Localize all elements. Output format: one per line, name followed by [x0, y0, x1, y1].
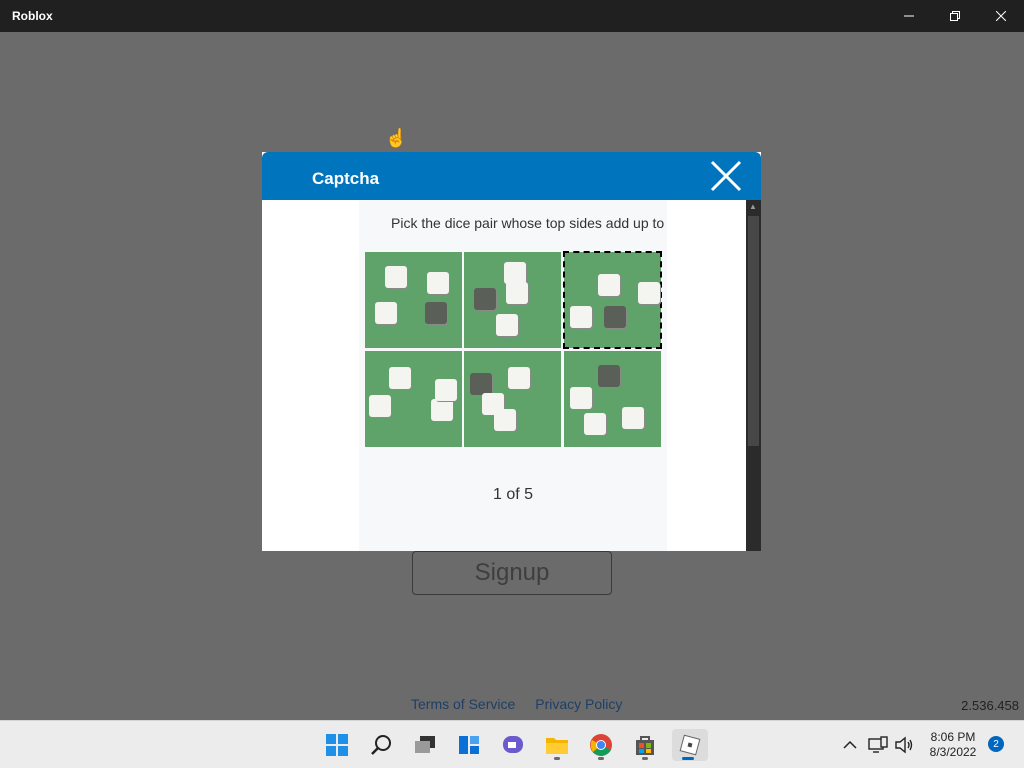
- widgets-icon: [459, 736, 479, 754]
- search-button[interactable]: [365, 729, 397, 761]
- privacy-policy-link[interactable]: Privacy Policy: [535, 696, 622, 712]
- hand-cursor-icon: ☝: [385, 128, 408, 148]
- close-icon: [996, 11, 1006, 21]
- window-title: Roblox: [12, 9, 53, 23]
- footer-links: Terms of Service Privacy Policy: [411, 696, 622, 712]
- file-explorer-button[interactable]: [541, 729, 573, 761]
- captcha-modal: Captcha Pick the dice pair whose top sid…: [262, 152, 761, 551]
- chrome-button[interactable]: [585, 729, 617, 761]
- captcha-tile-1[interactable]: [365, 252, 462, 348]
- clock-date: 8/3/2022: [929, 745, 977, 759]
- notification-badge[interactable]: 2: [988, 736, 1004, 752]
- scroll-up-icon[interactable]: ▲: [749, 202, 757, 211]
- captcha-tile-3[interactable]: [563, 251, 662, 349]
- network-button[interactable]: [864, 729, 892, 761]
- task-view-button[interactable]: [409, 729, 441, 761]
- minimize-icon: [904, 15, 914, 17]
- chevron-up-icon: [843, 740, 857, 749]
- store-icon: [636, 736, 654, 755]
- captcha-body: Pick the dice pair whose top sides add u…: [262, 200, 746, 551]
- search-icon: [371, 735, 391, 755]
- teams-chat-icon: [503, 736, 523, 753]
- taskbar: 8:06 PM 8/3/2022: [0, 720, 1024, 768]
- file-explorer-icon: [546, 738, 568, 754]
- captcha-tile-5[interactable]: [464, 351, 561, 447]
- captcha-close-button[interactable]: [708, 158, 744, 194]
- window-titlebar: Roblox: [0, 0, 1024, 32]
- captcha-tile-6[interactable]: [564, 351, 661, 447]
- minimize-button[interactable]: [886, 0, 932, 32]
- captcha-image-grid: [365, 251, 663, 448]
- captcha-frame: Pick the dice pair whose top sides add u…: [359, 200, 667, 551]
- network-icon: [868, 736, 888, 753]
- task-view-icon: [415, 736, 435, 753]
- store-button[interactable]: [629, 729, 661, 761]
- start-icon: [326, 734, 348, 756]
- captcha-tile-2[interactable]: [464, 252, 561, 348]
- clock-time: 8:06 PM: [930, 730, 976, 744]
- terms-of-service-link[interactable]: Terms of Service: [411, 696, 515, 712]
- captcha-tile-4[interactable]: [365, 351, 462, 447]
- widgets-button[interactable]: [453, 729, 485, 761]
- signup-button[interactable]: Signup: [412, 551, 612, 595]
- start-button[interactable]: [321, 729, 353, 761]
- captcha-title: Captcha: [312, 169, 380, 188]
- captcha-header: Captcha: [262, 152, 761, 200]
- chrome-icon: [590, 734, 612, 756]
- scrollbar-thumb[interactable]: [748, 216, 759, 446]
- restore-icon: [950, 11, 960, 21]
- version-label: 2.536.458: [961, 698, 1019, 713]
- captcha-scrollbar[interactable]: ▲: [746, 200, 761, 551]
- roblox-button[interactable]: [672, 729, 708, 761]
- volume-icon: [895, 736, 913, 754]
- show-hidden-icons-button[interactable]: [836, 729, 864, 761]
- close-icon: [710, 160, 742, 192]
- restore-button[interactable]: [932, 0, 978, 32]
- captcha-pager: 1 of 5: [492, 486, 534, 503]
- teams-chat-button[interactable]: [497, 729, 529, 761]
- captcha-instruction: Pick the dice pair whose top sides add u…: [391, 215, 665, 231]
- roblox-icon: [679, 734, 701, 756]
- volume-button[interactable]: [890, 729, 918, 761]
- taskbar-clock[interactable]: 8:06 PM 8/3/2022: [926, 730, 980, 760]
- close-window-button[interactable]: [978, 0, 1024, 32]
